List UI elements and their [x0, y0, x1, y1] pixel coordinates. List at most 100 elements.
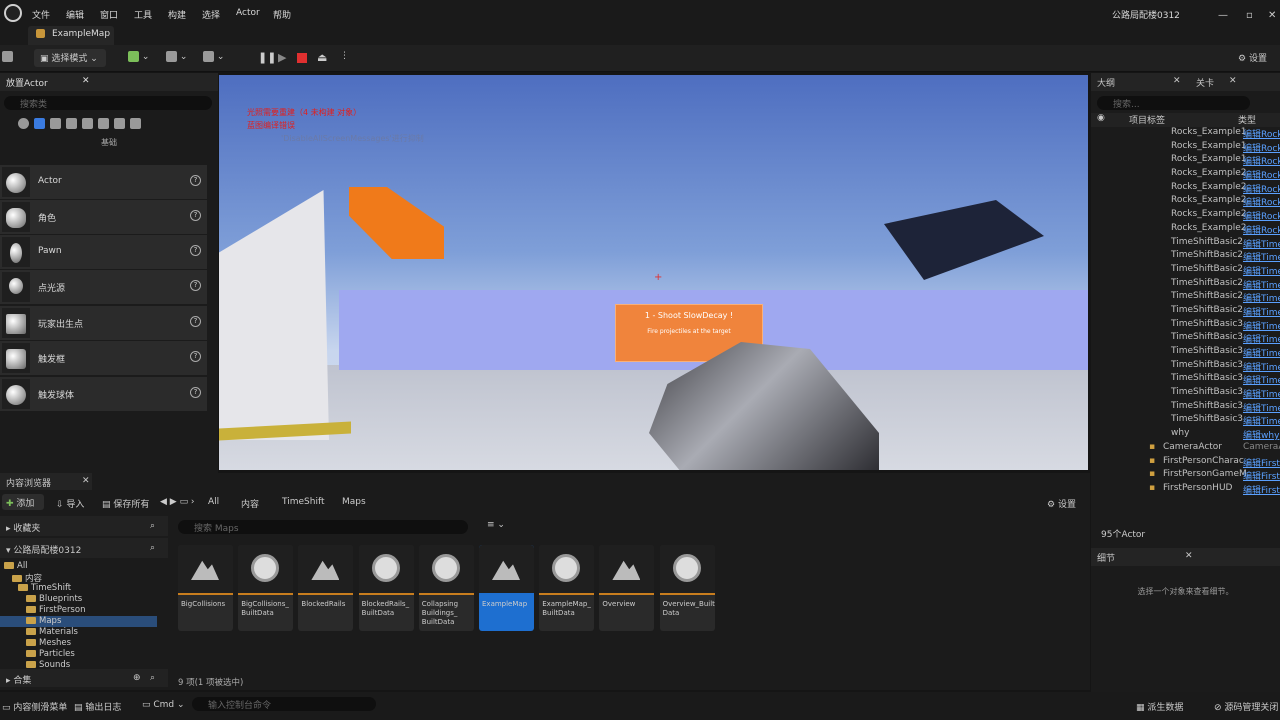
outliner-row-type[interactable]: 编辑Time — [1243, 414, 1280, 427]
asset-tile[interactable]: ExampleMap_ BuiltData — [539, 545, 595, 631]
outliner-row[interactable]: TimeShiftBasic2 编辑Time — [1091, 291, 1280, 305]
favorites-section[interactable]: ▸ 收藏夹 ⌕ — [0, 516, 168, 536]
outliner-row-type[interactable]: 编辑First — [1243, 469, 1280, 482]
outliner-row[interactable]: TimeShiftBasic3 编辑Time — [1091, 401, 1280, 415]
project-section[interactable]: ▾ 公路局配楼0312 ⌕ — [0, 538, 168, 558]
outliner-row[interactable]: TimeShiftBasic3 编辑Time — [1091, 332, 1280, 346]
outliner-row-type[interactable]: 编辑Rocks — [1243, 223, 1280, 236]
outliner-row[interactable]: TimeShiftBasic3 编辑Time — [1091, 360, 1280, 374]
cmd-dropdown[interactable]: ▭ Cmd ⌄ — [142, 700, 185, 710]
outliner-row-type[interactable]: 编辑Time — [1243, 332, 1280, 345]
tab-levels[interactable]: 关卡 — [1196, 76, 1214, 89]
outliner-row-type[interactable]: 编辑Time — [1243, 291, 1280, 304]
cinematic-icon[interactable] — [82, 118, 93, 129]
outliner-row-type[interactable]: 编辑Rocks — [1243, 195, 1280, 208]
outliner-row[interactable]: why 编辑why — [1091, 428, 1280, 442]
outliner-row[interactable]: ▪ FirstPersonHUD 编辑First — [1091, 483, 1280, 497]
place-item-player-start[interactable]: 玩家出生点? — [0, 306, 207, 340]
outliner-row-type[interactable]: 编辑First — [1243, 456, 1280, 469]
shapes-icon[interactable] — [66, 118, 77, 129]
outliner-row-type[interactable]: 编辑Rocks — [1243, 182, 1280, 195]
collections-section[interactable]: ▸ 合集 ⊕ ⌕ — [0, 669, 168, 687]
folder-tree-item[interactable]: Materials — [26, 627, 78, 637]
output-log-button[interactable]: ▤ 输出日志 — [74, 700, 121, 713]
place-item-character[interactable]: 角色? — [0, 200, 207, 234]
step-icon[interactable]: ▶ — [278, 51, 286, 64]
history-back-icon[interactable]: ◀ ▶ ▭ › — [160, 497, 195, 507]
menu-build[interactable]: 构建 — [168, 8, 186, 21]
source-control-button[interactable]: ⊘ 源码管理关闭 — [1214, 700, 1278, 713]
col-type[interactable]: 类型 — [1238, 113, 1256, 126]
content-browser-tab[interactable]: 内容浏览器 ✕ — [0, 473, 92, 490]
outliner-row[interactable]: TimeShiftBasic2 编辑Time — [1091, 264, 1280, 278]
asset-tile[interactable]: Collapsing Buildings_ BuiltData — [418, 545, 474, 631]
folder-tree-item[interactable]: TimeShift — [18, 583, 71, 593]
help-icon[interactable]: ? — [190, 316, 201, 327]
outliner-row-type[interactable]: 编辑Time — [1243, 387, 1280, 400]
asset-tile[interactable]: Overview_Built Data — [659, 545, 715, 631]
folder-tree-item[interactable]: Maps — [26, 616, 61, 626]
visual-effects-icon[interactable] — [98, 118, 109, 129]
console-input[interactable]: 输入控制台命令 — [192, 697, 376, 711]
help-icon[interactable]: ? — [190, 210, 201, 221]
search-icon[interactable]: ⌕ — [150, 673, 155, 683]
folder-tree-item[interactable]: Blueprints — [26, 594, 82, 604]
settings-button[interactable]: ⚙ 设置 — [1238, 51, 1267, 64]
content-drawer-button[interactable]: ▭ 内容侧滑菜单 — [2, 700, 67, 713]
add-button[interactable]: ✚ 添加 — [2, 494, 44, 510]
outliner-row[interactable]: ▪ FirstPersonCharac 编辑First — [1091, 456, 1280, 470]
outliner-row-type[interactable]: 编辑Time — [1243, 319, 1280, 332]
content-settings-button[interactable]: ⚙ 设置 — [1047, 497, 1076, 510]
outliner-row[interactable]: Rocks_Example1编辑Rocks — [1091, 141, 1280, 155]
place-actors-search[interactable]: 搜索类 — [4, 96, 212, 110]
menu-select[interactable]: 选择 — [202, 8, 220, 21]
close-tab-icon[interactable]: ✕ — [1229, 76, 1237, 86]
menu-tools[interactable]: 工具 — [134, 8, 152, 21]
outliner-row[interactable]: Rocks_Example2编辑Rocks — [1091, 195, 1280, 209]
outliner-row-type[interactable]: 编辑Rocks — [1243, 141, 1280, 154]
search-icon[interactable]: ⌕ — [150, 543, 155, 553]
search-icon[interactable]: ⌕ — [150, 521, 155, 531]
derived-data-button[interactable]: ▦ 派生数据 — [1136, 700, 1183, 713]
close-tab-icon[interactable]: ✕ — [1173, 76, 1181, 86]
place-item-point-light[interactable]: 点光源? — [0, 270, 207, 304]
help-icon[interactable]: ? — [190, 280, 201, 291]
breadcrumb-maps[interactable]: Maps — [342, 497, 366, 507]
filter-icon[interactable]: ≡ ⌄ — [487, 520, 505, 530]
help-icon[interactable]: ? — [190, 245, 201, 256]
close-tab-icon[interactable]: ✕ — [1185, 551, 1193, 561]
outliner-row-type[interactable]: 编辑Time — [1243, 250, 1280, 263]
menu-edit[interactable]: 编辑 — [66, 8, 84, 21]
outliner-row[interactable]: Rocks_Example2编辑Rocks — [1091, 223, 1280, 237]
outliner-row[interactable]: TimeShiftBasic3 编辑Time — [1091, 319, 1280, 333]
outliner-row[interactable]: TimeShiftBasic2 编辑Time — [1091, 278, 1280, 292]
outliner-row[interactable]: TimeShiftBasic3 编辑Time — [1091, 414, 1280, 428]
place-item-trigger-box[interactable]: 触发框? — [0, 341, 207, 375]
outliner-row[interactable]: TimeShiftBasic2 编辑Time — [1091, 305, 1280, 319]
geometry-icon[interactable] — [114, 118, 125, 129]
add-actor-icon[interactable]: ⌄ — [128, 51, 149, 62]
place-item-pawn[interactable]: Pawn? — [0, 235, 207, 269]
help-icon[interactable]: ? — [190, 175, 201, 186]
col-item-label[interactable]: 项目标签 — [1129, 113, 1165, 126]
outliner-row[interactable]: TimeShiftBasic2 编辑Time — [1091, 237, 1280, 251]
cinematics-icon[interactable]: ⌄ — [203, 51, 224, 62]
outliner-row-type[interactable]: 编辑Time — [1243, 305, 1280, 318]
stop-icon[interactable] — [297, 53, 307, 63]
place-item-actor[interactable]: Actor? — [0, 165, 207, 199]
menu-file[interactable]: 文件 — [32, 8, 50, 21]
outliner-search[interactable]: 搜索... — [1097, 96, 1250, 110]
outliner-row[interactable]: TimeShiftBasic2 编辑Time — [1091, 250, 1280, 264]
asset-tile[interactable]: BigCollisions_ BuiltData — [238, 545, 294, 631]
close-tab-icon[interactable]: ✕ — [82, 476, 90, 486]
outliner-row-type[interactable]: 编辑Time — [1243, 373, 1280, 386]
outliner-row[interactable]: Rocks_Example1编辑Rocks — [1091, 127, 1280, 141]
eye-icon[interactable]: ◉ — [1097, 113, 1105, 123]
tab-outliner[interactable]: 大纲 — [1097, 79, 1115, 89]
menu-window[interactable]: 窗口 — [100, 8, 118, 21]
asset-tile[interactable]: Overview — [599, 545, 655, 631]
outliner-row[interactable]: Rocks_Example2编辑Rocks — [1091, 209, 1280, 223]
outliner-row[interactable]: Rocks_Example2编辑Rocks — [1091, 182, 1280, 196]
basic-icon[interactable] — [34, 118, 45, 129]
outliner-row-type[interactable]: CameraAc — [1243, 442, 1280, 452]
